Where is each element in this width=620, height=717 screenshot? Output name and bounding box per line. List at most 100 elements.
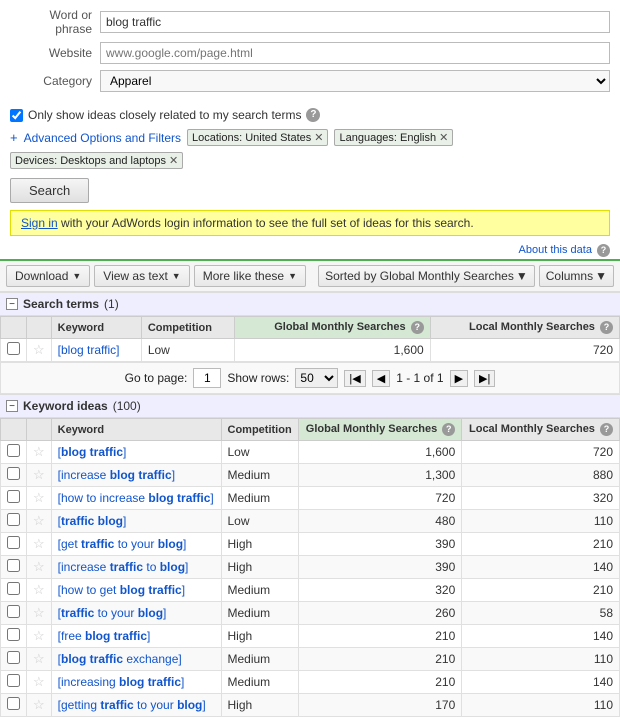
ki-row-global-cell: 1,600 <box>299 441 462 464</box>
ki-row-checkbox-cell <box>1 441 27 464</box>
ki-row-keyword-link[interactable]: [increasing blog traffic] <box>58 675 185 689</box>
website-input[interactable] <box>100 42 610 64</box>
ki-row-checkbox[interactable] <box>7 674 20 687</box>
ki-row-checkbox[interactable] <box>7 628 20 641</box>
ki-row-checkbox[interactable] <box>7 490 20 503</box>
first-page-btn[interactable]: |◀ <box>344 370 365 387</box>
more-like-these-button[interactable]: More like these ▼ <box>194 265 306 287</box>
keyword-ideas-header: − Keyword ideas (100) <box>0 394 620 418</box>
last-page-btn[interactable]: ▶| <box>474 370 495 387</box>
ki-row-checkbox-cell <box>1 694 27 717</box>
devices-tag-remove[interactable]: ✕ <box>169 154 178 167</box>
keyword-ideas-title: Keyword ideas <box>23 399 108 413</box>
ki-row-local-cell: 210 <box>462 533 620 556</box>
ki-row-competition-cell: Medium <box>221 671 299 694</box>
view-as-text-button[interactable]: View as text ▼ <box>94 265 189 287</box>
ki-row-checkbox[interactable] <box>7 467 20 480</box>
ki-row-keyword-link[interactable]: [increase blog traffic] <box>58 468 175 482</box>
ki-row-checkbox[interactable] <box>7 513 20 526</box>
ki-row-checkbox[interactable] <box>7 582 20 595</box>
ki-row-keyword-link[interactable]: [blog traffic] <box>58 445 127 459</box>
row-star-icon[interactable]: ☆ <box>33 342 45 357</box>
ki-row-keyword-link[interactable]: [increase traffic to blog] <box>58 560 189 574</box>
languages-tag-remove[interactable]: ✕ <box>439 131 448 144</box>
ki-row-checkbox[interactable] <box>7 444 20 457</box>
advanced-options-link[interactable]: Advanced Options and Filters <box>24 131 181 145</box>
ki-th-local: Local Monthly Searches ? <box>462 419 620 441</box>
ki-row-keyword-link[interactable]: [traffic to your blog] <box>58 606 167 620</box>
ki-row-keyword-link[interactable]: [free blog traffic] <box>58 629 151 643</box>
ki-row-local-cell: 110 <box>462 694 620 717</box>
keyword-idea-row: ☆[get traffic to your blog]High390210 <box>1 533 620 556</box>
ki-row-star-icon[interactable]: ☆ <box>33 697 45 712</box>
prev-page-btn[interactable]: ◀ <box>372 370 390 387</box>
ki-row-star-cell: ☆ <box>27 625 52 648</box>
about-link[interactable]: About this data ? <box>519 244 610 257</box>
sort-dropdown[interactable]: Sorted by Global Monthly Searches ▼ <box>318 265 535 287</box>
ki-row-global-cell: 210 <box>299 648 462 671</box>
download-button[interactable]: Download ▼ <box>6 265 90 287</box>
search-button[interactable]: Search <box>10 178 89 203</box>
signin-link[interactable]: Sign in <box>21 216 58 230</box>
ki-row-star-icon[interactable]: ☆ <box>33 490 45 505</box>
ki-row-keyword-cell: [increase traffic to blog] <box>51 556 221 579</box>
ki-row-checkbox[interactable] <box>7 559 20 572</box>
ki-row-star-icon[interactable]: ☆ <box>33 536 45 551</box>
ki-row-checkbox[interactable] <box>7 536 20 549</box>
row-keyword-link[interactable]: [blog traffic] <box>58 343 120 357</box>
th-local: Local Monthly Searches ? <box>430 317 619 339</box>
ki-row-keyword-link[interactable]: [getting traffic to your blog] <box>58 698 206 712</box>
rows-select[interactable]: 50 10 25 100 <box>295 368 338 388</box>
languages-tag: Languages: English ✕ <box>334 129 453 146</box>
ki-row-star-icon[interactable]: ☆ <box>33 605 45 620</box>
ki-row-keyword-cell: [traffic blog] <box>51 510 221 533</box>
ki-row-star-icon[interactable]: ☆ <box>33 444 45 459</box>
ki-row-star-icon[interactable]: ☆ <box>33 559 45 574</box>
row-checkbox[interactable] <box>7 342 20 355</box>
advanced-plus-icon[interactable]: + <box>10 130 18 145</box>
ki-row-global-cell: 320 <box>299 579 462 602</box>
ki-row-checkbox-cell <box>1 579 27 602</box>
keyword-idea-row: ☆[blog traffic exchange]Medium210110 <box>1 648 620 671</box>
ki-row-local-cell: 140 <box>462 671 620 694</box>
ki-th-competition: Competition <box>221 419 299 441</box>
keyword-ideas-collapse-icon[interactable]: − <box>6 400 18 412</box>
ki-row-keyword-cell: [free blog traffic] <box>51 625 221 648</box>
ki-row-star-icon[interactable]: ☆ <box>33 651 45 666</box>
ki-row-star-icon[interactable]: ☆ <box>33 628 45 643</box>
keyword-idea-row: ☆[how to increase blog traffic]Medium720… <box>1 487 620 510</box>
keyword-idea-row: ☆[free blog traffic]High210140 <box>1 625 620 648</box>
checkbox-row: Only show ideas closely related to my se… <box>0 104 620 126</box>
ki-row-checkbox[interactable] <box>7 651 20 664</box>
next-page-btn[interactable]: ▶ <box>450 370 468 387</box>
page-input[interactable] <box>193 368 221 388</box>
checkbox-help-icon[interactable]: ? <box>306 108 320 122</box>
ki-row-competition-cell: Low <box>221 441 299 464</box>
ki-row-competition-cell: Medium <box>221 648 299 671</box>
ki-row-checkbox[interactable] <box>7 697 20 710</box>
ki-row-star-icon[interactable]: ☆ <box>33 513 45 528</box>
row-star-cell: ☆ <box>27 339 52 362</box>
related-checkbox[interactable] <box>10 109 23 122</box>
category-select[interactable]: Apparel <box>100 70 610 92</box>
ki-row-keyword-link[interactable]: [traffic blog] <box>58 514 127 528</box>
ki-row-keyword-link[interactable]: [blog traffic exchange] <box>58 652 182 666</box>
ki-row-star-icon[interactable]: ☆ <box>33 674 45 689</box>
ki-row-checkbox-cell <box>1 648 27 671</box>
ki-row-checkbox[interactable] <box>7 605 20 618</box>
ki-row-star-icon[interactable]: ☆ <box>33 467 45 482</box>
ki-row-keyword-link[interactable]: [how to get blog traffic] <box>58 583 185 597</box>
view-as-text-label: View as text <box>103 269 167 283</box>
search-terms-collapse-icon[interactable]: − <box>6 298 18 310</box>
search-terms-count: (1) <box>104 297 119 311</box>
locations-tag-remove[interactable]: ✕ <box>314 131 323 144</box>
columns-dropdown[interactable]: Columns ▼ <box>539 265 614 287</box>
ki-row-keyword-link[interactable]: [how to increase blog traffic] <box>58 491 214 505</box>
ki-row-star-icon[interactable]: ☆ <box>33 582 45 597</box>
category-label: Category <box>10 74 100 88</box>
word-phrase-label: Word or phrase <box>10 8 100 36</box>
word-phrase-input[interactable] <box>100 11 610 33</box>
keyword-idea-row: ☆[traffic to your blog]Medium26058 <box>1 602 620 625</box>
website-row: Website <box>10 42 610 64</box>
ki-row-keyword-link[interactable]: [get traffic to your blog] <box>58 537 187 551</box>
